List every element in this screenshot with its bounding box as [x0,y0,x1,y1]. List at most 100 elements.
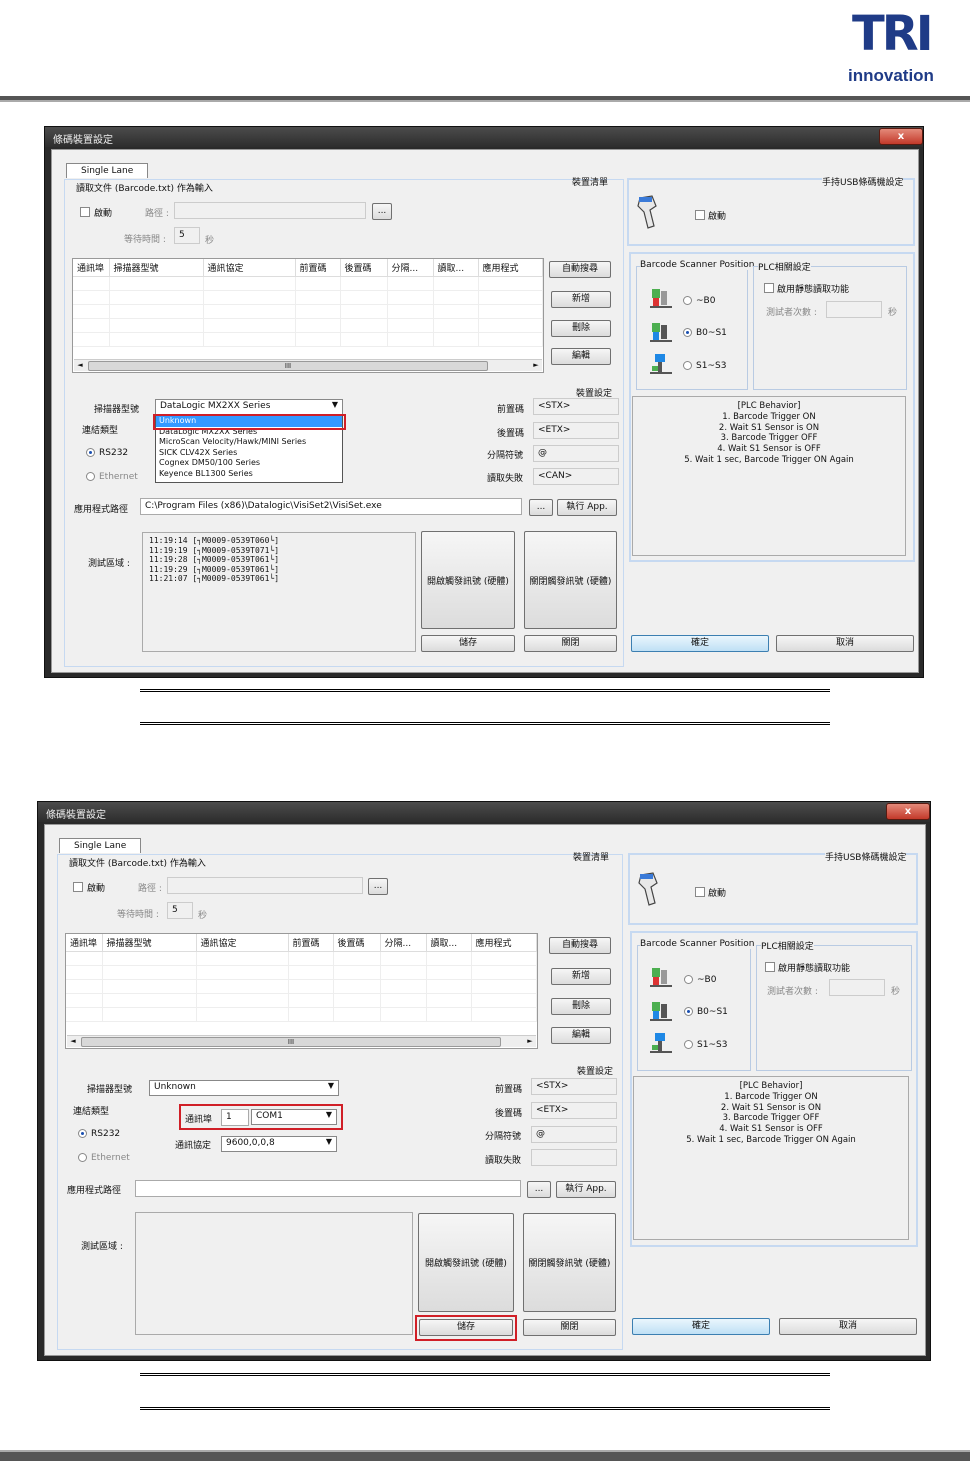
table-row[interactable] [66,979,537,994]
col-protocol[interactable]: 通訊協定 [203,259,296,277]
cancel-button[interactable]: 取消 [779,1318,917,1335]
close-button[interactable]: 關閉 [524,635,617,652]
option-cognex[interactable]: Cognex DM50/100 Series [156,458,342,469]
usb-enable-checkbox[interactable] [695,887,705,897]
col-model[interactable]: 掃描器型號 [109,259,204,277]
col-suffix[interactable]: 後置碼 [333,934,381,952]
plc-static-read-checkbox[interactable] [765,962,775,972]
delete-button[interactable]: 刪除 [551,998,611,1015]
ok-button[interactable]: 確定 [632,1318,770,1335]
tab-single-lane[interactable]: Single Lane [66,163,149,178]
horizontal-scrollbar[interactable]: ◄ III ► [67,1035,536,1047]
pos-b0-s1-radio[interactable] [684,1007,693,1016]
option-sick[interactable]: SICK CLV42X Series [156,448,342,459]
run-app-button[interactable]: 執行 App. [556,1181,616,1198]
add-button[interactable]: 新增 [551,291,611,308]
browse-path-button[interactable]: ... [372,203,392,220]
col-read[interactable]: 讀取... [426,934,472,952]
path-input[interactable] [167,877,363,894]
col-app[interactable]: 應用程式 [478,259,543,277]
pos-s1-s3-radio[interactable] [684,1040,693,1049]
col-separator[interactable]: 分隔... [387,259,434,277]
chevron-down-icon[interactable]: ▼ [328,1081,334,1090]
table-row[interactable] [66,993,537,1008]
scroll-left-icon[interactable]: ◄ [67,1036,79,1047]
open-trigger-button[interactable]: 開啟觸發訊號 (硬體) [418,1213,514,1312]
scroll-left-icon[interactable]: ◄ [74,360,86,371]
suffix-input[interactable]: <ETX> [531,1102,617,1119]
col-port[interactable]: 通訊埠 [66,934,103,952]
pos-b0-radio[interactable] [683,296,692,305]
enable-read-file-checkbox[interactable] [80,207,90,217]
pos-b0-radio[interactable] [684,975,693,984]
browse-app-button[interactable]: ... [527,1181,551,1198]
table-row[interactable] [73,276,543,291]
suffix-input[interactable]: <ETX> [533,422,619,439]
close-trigger-button[interactable]: 關閉觸發訊號 (硬體) [523,1213,616,1312]
auto-search-button[interactable]: 自動搜尋 [549,937,611,954]
prefix-input[interactable]: <STX> [533,398,619,415]
col-protocol[interactable]: 通訊協定 [196,934,289,952]
ethernet-radio[interactable] [78,1153,87,1162]
chevron-down-icon[interactable]: ▼ [332,400,338,409]
scanner-model-dropdown[interactable]: Unknown ▼ [149,1080,339,1096]
protocol-dropdown[interactable]: 9600,0,0,8 ▼ [221,1136,337,1152]
delete-button[interactable]: 刪除 [551,320,611,337]
enable-read-file-checkbox[interactable] [73,882,83,892]
rs232-radio[interactable] [78,1129,87,1138]
col-read[interactable]: 讀取... [433,259,479,277]
option-keyence[interactable]: Keyence BL1300 Series [156,469,342,480]
horizontal-scrollbar[interactable]: ◄ III ► [74,359,542,371]
option-microscan[interactable]: MicroScan Velocity/Hawk/MINI Series [156,437,342,448]
scroll-right-icon[interactable]: ► [524,1036,536,1047]
app-path-input[interactable] [135,1180,521,1197]
read-fail-input[interactable]: <CAN> [533,468,619,485]
test-count-input[interactable] [826,301,882,318]
read-fail-input[interactable] [531,1149,617,1166]
app-path-input[interactable]: C:\Program Files (x86)\Datalogic\VisiSet… [140,498,522,515]
auto-search-button[interactable]: 自動搜尋 [549,261,611,278]
scanner-model-dropdown[interactable]: DataLogic MX2XX Series ▼ [155,399,343,415]
close-trigger-button[interactable]: 關閉觸發訊號 (硬體) [524,531,617,629]
col-prefix[interactable]: 前置碼 [288,934,334,952]
close-window-button[interactable]: x [879,128,923,145]
col-app[interactable]: 應用程式 [471,934,537,952]
save-button[interactable]: 儲存 [421,635,515,652]
tab-single-lane[interactable]: Single Lane [59,838,142,853]
rs232-radio[interactable] [86,448,95,457]
table-row[interactable] [66,1007,537,1022]
device-list[interactable]: 通訊埠 掃描器型號 通訊協定 前置碼 後置碼 分隔... 讀取... 應用程式 … [65,933,538,1049]
separator-input[interactable]: @ [533,445,619,462]
edit-button[interactable]: 編輯 [551,1027,611,1044]
open-trigger-button[interactable]: 開啟觸發訊號 (硬體) [421,531,515,629]
scroll-thumb[interactable]: III [88,361,488,371]
prefix-input[interactable]: <STX> [531,1078,617,1095]
path-input[interactable] [174,202,366,219]
col-prefix[interactable]: 前置碼 [295,259,341,277]
browse-app-button[interactable]: ... [529,499,553,516]
plc-static-read-checkbox[interactable] [764,283,774,293]
col-model[interactable]: 掃描器型號 [102,934,197,952]
browse-path-button[interactable]: ... [368,878,388,895]
pos-b0-s1-radio[interactable] [683,328,692,337]
separator-input[interactable]: @ [531,1126,617,1143]
usb-enable-checkbox[interactable] [695,210,705,220]
table-row[interactable] [73,290,543,305]
table-row[interactable] [66,965,537,980]
device-list[interactable]: 通訊埠 掃描器型號 通訊協定 前置碼 後置碼 分隔... 讀取... 應用程式 … [72,258,544,373]
test-count-input[interactable] [829,979,885,996]
table-row[interactable] [73,304,543,319]
table-row[interactable] [73,332,543,347]
col-suffix[interactable]: 後置碼 [340,259,388,277]
wait-time-input[interactable]: 5 [174,227,200,244]
edit-button[interactable]: 編輯 [551,348,611,365]
close-window-button[interactable]: x [886,803,930,820]
run-app-button[interactable]: 執行 App. [557,499,617,516]
close-button[interactable]: 關閉 [523,1319,616,1336]
add-button[interactable]: 新增 [551,968,611,985]
cancel-button[interactable]: 取消 [776,635,914,652]
col-separator[interactable]: 分隔... [380,934,427,952]
ethernet-radio[interactable] [86,472,95,481]
col-port[interactable]: 通訊埠 [73,259,110,277]
wait-time-input[interactable]: 5 [167,902,193,919]
